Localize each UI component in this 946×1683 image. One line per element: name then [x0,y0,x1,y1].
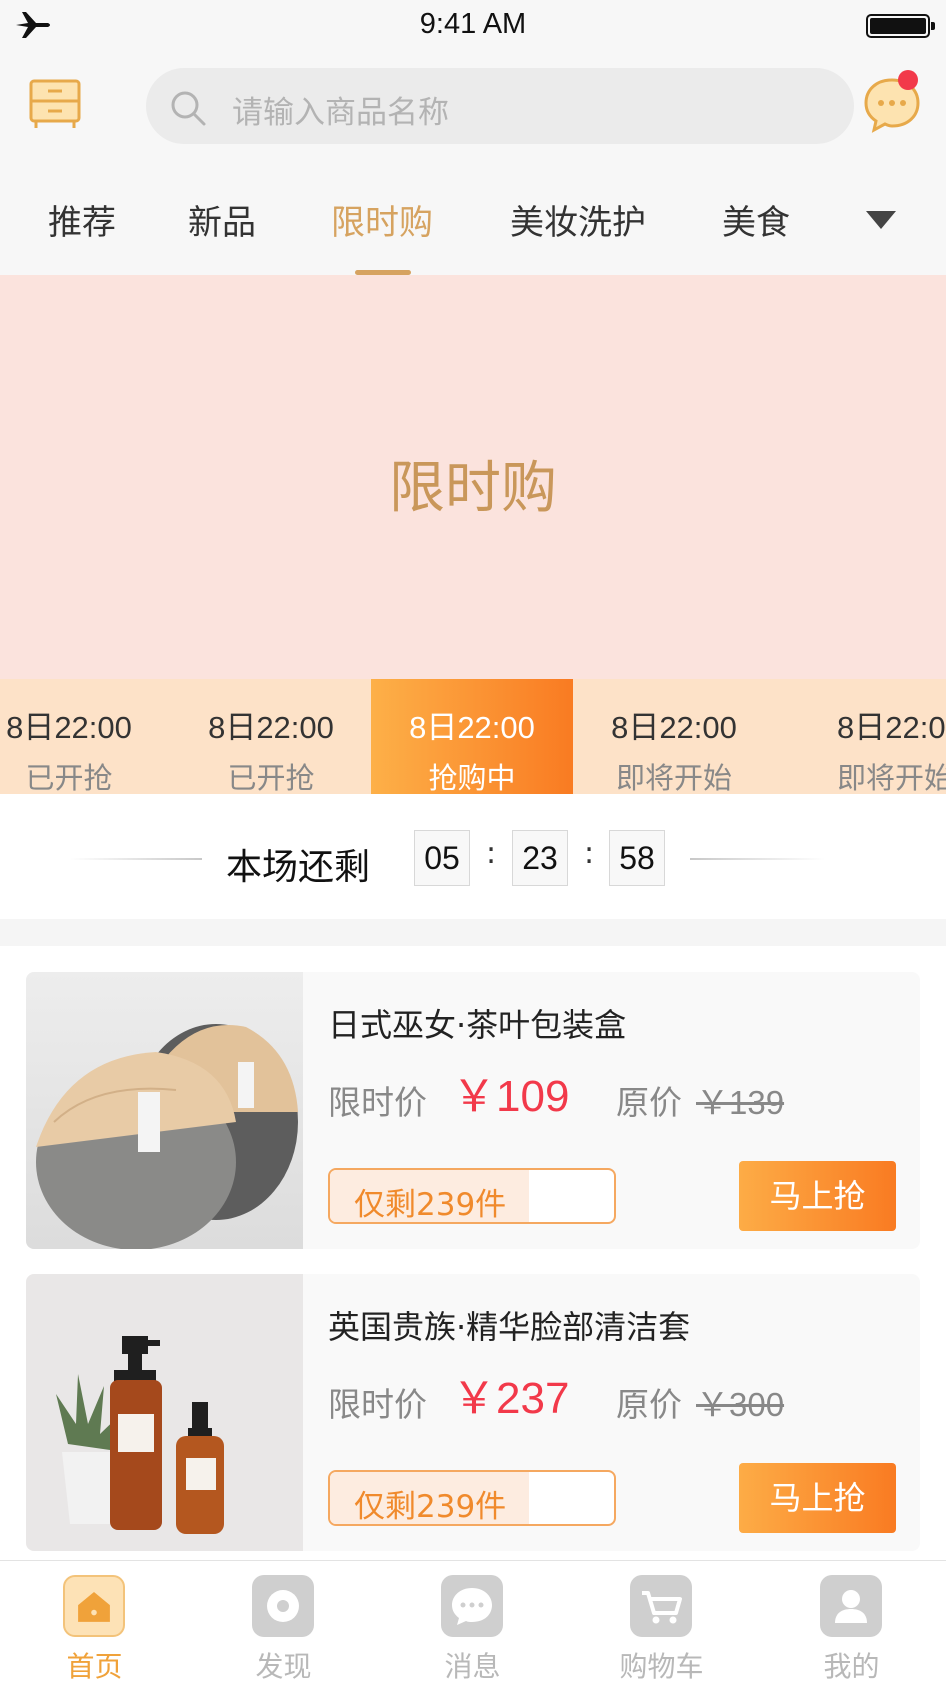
session-item-active[interactable]: 8日22:00 抢购中 [371,679,573,794]
product-image [26,1274,303,1551]
session-time: 8日22:00 [6,710,132,745]
tab-new[interactable]: 新品 [188,195,256,244]
countdown-label: 本场还剩 [226,847,371,888]
battery-icon [866,14,935,38]
session-status: 即将开始 [615,761,732,794]
session-item[interactable]: 8日22:00 已开抢 [170,679,372,794]
tab-food[interactable]: 美食 [722,195,790,244]
buy-now-button[interactable]: 马上抢 [739,1161,896,1231]
discover-icon [252,1575,314,1637]
tabbar-label: 首页 [66,1650,123,1683]
original-price: ￥139 [696,1084,785,1121]
tabbar-home[interactable]: 首页 [0,1561,189,1683]
stock-progress: 仅剩239件 [328,1470,616,1526]
unread-dot [898,70,918,90]
session-status: 抢购中 [428,761,516,794]
session-status: 已开抢 [227,761,315,794]
status-bar: 9:41 AM [0,0,946,50]
session-time: 8日22:00 [611,710,737,745]
divider-line [70,858,202,860]
cart-icon [630,1575,692,1637]
product-name: 日式巫女·茶叶包装盒 [328,1006,627,1044]
banner[interactable]: 限时购 [0,275,946,679]
section-gap [0,919,946,946]
original-price: ￥300 [696,1386,785,1423]
price-label: 限时价 [328,1083,427,1122]
stock-text: 仅剩239件 [354,1187,507,1223]
tabbar-cart[interactable]: 购物车 [567,1561,756,1683]
stock-progress: 仅剩239件 [328,1168,616,1224]
banner-title: 限时购 [389,456,557,521]
product-name: 英国贵族·精华脸部清洁套 [328,1308,691,1346]
tabbar-label: 购物车 [619,1650,704,1683]
message-icon [441,1575,503,1637]
session-time: 8日22:00 [837,710,946,745]
session-time: 8日22:00 [208,710,334,745]
cabinet-icon[interactable] [28,78,82,130]
tab-recommend[interactable]: 推荐 [48,195,116,244]
status-time: 9:41 AM [419,8,527,40]
search-placeholder: 请输入商品名称 [232,95,449,131]
flash-price: ￥109 [452,1072,570,1121]
session-status: 已开抢 [25,761,113,794]
countdown-minutes: 23 [512,830,568,886]
countdown-colon: : [486,836,497,871]
countdown-colon: : [584,836,595,871]
header: 请输入商品名称 [0,50,946,165]
tab-flash-sale[interactable]: 限时购 [331,195,433,244]
tab-beauty[interactable]: 美妆洗护 [510,195,646,244]
session-status: 即将开始 [837,761,946,794]
countdown-hours: 05 [414,830,470,886]
tabbar-discover[interactable]: 发现 [189,1561,378,1683]
message-bubble-icon[interactable] [860,70,924,134]
countdown: 本场还剩 05 : 23 : 58 [0,794,946,919]
bottom-tab-bar: 首页 发现 消息 购物车 我的 [0,1560,946,1683]
tabbar-messages[interactable]: 消息 [378,1561,567,1683]
buy-now-button[interactable]: 马上抢 [739,1463,896,1533]
session-strip: 8日22:00 已开抢 8日22:00 已开抢 8日22:00 抢购中 8日22… [0,679,946,794]
dropdown-arrow-icon[interactable] [866,211,896,229]
session-time: 8日22:00 [409,710,535,745]
session-item[interactable]: 8日22:00 已开抢 [0,679,170,794]
product-image [26,972,303,1249]
divider-line [690,858,825,860]
countdown-seconds: 58 [609,830,665,886]
tabbar-label: 我的 [823,1650,880,1683]
session-item[interactable]: 8日22:00 即将开始 [573,679,775,794]
original-price-label: 原价 [616,1083,682,1122]
session-item[interactable]: 8日22:00 即将开始 [807,679,946,794]
profile-icon [820,1575,882,1637]
search-icon [171,91,206,126]
tabbar-profile[interactable]: 我的 [757,1561,946,1683]
price-label: 限时价 [328,1385,427,1424]
original-price-label: 原价 [616,1385,682,1424]
stock-text: 仅剩239件 [354,1489,507,1525]
search-input[interactable]: 请输入商品名称 [146,68,854,144]
product-card[interactable]: 英国贵族·精华脸部清洁套 限时价 ￥237 原价 ￥300 仅剩239件 马上抢 [26,1274,920,1551]
tabbar-label: 消息 [444,1650,501,1683]
category-tabs: 推荐 新品 限时购 美妆洗护 美食 [0,165,946,275]
tabbar-label: 发现 [255,1650,312,1683]
home-icon [63,1575,125,1637]
product-card[interactable]: 日式巫女·茶叶包装盒 限时价 ￥109 原价 ￥139 仅剩239件 马上抢 [26,972,920,1249]
flash-price: ￥237 [452,1374,570,1423]
